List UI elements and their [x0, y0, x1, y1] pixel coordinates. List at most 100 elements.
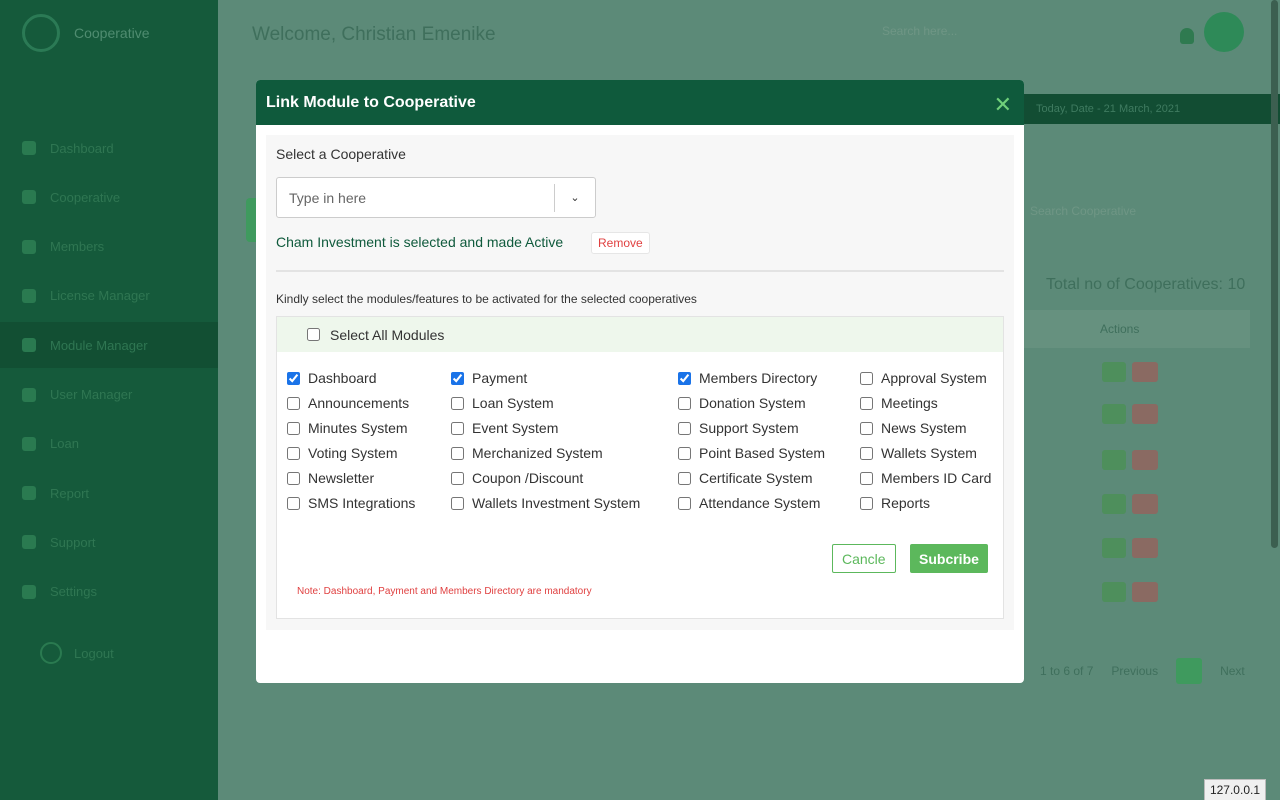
module-checkbox[interactable] — [287, 396, 300, 410]
table-header-actions: Actions — [1024, 310, 1250, 348]
subscribe-button[interactable]: Subcribe — [910, 544, 988, 573]
module-option-donation-system[interactable]: Donation System — [678, 395, 806, 411]
module-option-coupon-discount[interactable]: Coupon /Discount — [451, 470, 583, 486]
module-option-dashboard[interactable]: Dashboard — [287, 370, 377, 386]
module-option-members-directory[interactable]: Members Directory — [678, 370, 817, 386]
module-option-news-system[interactable]: News System — [860, 420, 967, 436]
module-checkbox[interactable] — [451, 471, 464, 485]
module-label: Reports — [881, 495, 931, 511]
module-checkbox[interactable] — [678, 421, 691, 435]
delete-icon[interactable] — [1132, 450, 1158, 470]
edit-icon[interactable] — [1102, 450, 1126, 470]
module-checkbox[interactable] — [860, 396, 873, 410]
sidebar-item-user-manager[interactable]: User Manager — [0, 372, 218, 418]
module-label: News System — [881, 420, 967, 436]
module-checkbox[interactable] — [451, 421, 464, 435]
close-icon[interactable]: ✕ — [994, 90, 1012, 116]
module-checkbox[interactable] — [678, 371, 691, 385]
module-checkbox[interactable] — [860, 496, 873, 510]
pager-next[interactable]: Next — [1220, 664, 1245, 678]
delete-icon[interactable] — [1132, 362, 1158, 382]
module-checkbox[interactable] — [678, 496, 691, 510]
module-checkbox[interactable] — [287, 371, 300, 385]
url-tag: 127.0.0.1 — [1203, 779, 1266, 800]
sidebar-item-dashboard[interactable]: Dashboard — [0, 125, 218, 171]
module-checkbox[interactable] — [451, 396, 464, 410]
module-checkbox[interactable] — [451, 446, 464, 460]
header-search[interactable]: Search here... — [872, 18, 1112, 44]
sidebar-item-cooperative[interactable]: Cooperative — [0, 174, 218, 220]
cooperative-select[interactable]: ⌄ — [276, 177, 596, 218]
cancel-button[interactable]: Cancle — [832, 544, 896, 573]
mandatory-note: Note: Dashboard, Payment and Members Dir… — [297, 586, 592, 597]
module-option-wallets-system[interactable]: Wallets System — [860, 445, 977, 461]
module-option-loan-system[interactable]: Loan System — [451, 395, 554, 411]
cooperative-search-input[interactable] — [277, 189, 554, 206]
sidebar-item-module-manager[interactable]: Module Manager — [0, 322, 218, 369]
edit-icon[interactable] — [1102, 494, 1126, 514]
sidebar-item-report[interactable]: Report — [0, 470, 218, 516]
delete-icon[interactable] — [1132, 404, 1158, 424]
edit-icon[interactable] — [1102, 538, 1126, 558]
module-option-announcements[interactable]: Announcements — [287, 395, 409, 411]
module-checkbox[interactable] — [451, 371, 464, 385]
table-row-actions — [1102, 582, 1160, 602]
module-checkbox[interactable] — [287, 421, 300, 435]
sidebar-item-license-manager[interactable]: License Manager — [0, 273, 218, 319]
module-option-certificate-system[interactable]: Certificate System — [678, 470, 813, 486]
bell-icon[interactable] — [1180, 28, 1194, 44]
module-option-sms-integrations[interactable]: SMS Integrations — [287, 495, 415, 511]
module-label: Certificate System — [699, 470, 813, 486]
avatar[interactable] — [1204, 12, 1244, 52]
module-checkbox[interactable] — [678, 396, 691, 410]
module-option-approval-system[interactable]: Approval System — [860, 370, 987, 386]
sidebar-item-loan[interactable]: Loan — [0, 421, 218, 467]
module-option-payment[interactable]: Payment — [451, 370, 527, 386]
delete-icon[interactable] — [1132, 582, 1158, 602]
module-checkbox[interactable] — [860, 446, 873, 460]
module-option-newsletter[interactable]: Newsletter — [287, 470, 374, 486]
module-option-event-system[interactable]: Event System — [451, 420, 558, 436]
module-checkbox[interactable] — [287, 471, 300, 485]
module-checkbox[interactable] — [287, 496, 300, 510]
page-scrollbar[interactable] — [1271, 0, 1278, 548]
module-option-point-based-system[interactable]: Point Based System — [678, 445, 825, 461]
module-checkbox[interactable] — [860, 471, 873, 485]
module-option-voting-system[interactable]: Voting System — [287, 445, 398, 461]
select-all-checkbox[interactable] — [307, 328, 320, 341]
module-checkbox[interactable] — [678, 471, 691, 485]
cooperative-filter[interactable]: Search Cooperative — [1030, 204, 1136, 218]
module-checkbox[interactable] — [287, 446, 300, 460]
logout-button[interactable]: Logout — [40, 642, 114, 664]
module-option-minutes-system[interactable]: Minutes System — [287, 420, 408, 436]
module-label: Payment — [472, 370, 528, 386]
pager-current-page[interactable] — [1176, 658, 1203, 684]
module-option-meetings[interactable]: Meetings — [860, 395, 938, 411]
select-cooperative-label: Select a Cooperative — [276, 146, 406, 162]
module-option-attendance-system[interactable]: Attendance System — [678, 495, 820, 511]
remove-button[interactable]: Remove — [591, 232, 650, 254]
edit-icon[interactable] — [1102, 362, 1126, 382]
table-row-actions — [1102, 538, 1160, 558]
edit-icon[interactable] — [1102, 404, 1126, 424]
module-checkbox[interactable] — [678, 446, 691, 460]
module-option-members-id-card[interactable]: Members ID Card — [860, 470, 991, 486]
module-option-reports[interactable]: Reports — [860, 495, 930, 511]
delete-icon[interactable] — [1132, 538, 1158, 558]
sidebar-item-settings[interactable]: Settings — [0, 569, 218, 615]
module-checkbox[interactable] — [860, 371, 873, 385]
sidebar-item-support[interactable]: Support — [0, 519, 218, 565]
pager-previous[interactable]: Previous — [1111, 664, 1158, 678]
chevron-down-icon[interactable]: ⌄ — [555, 191, 595, 204]
module-option-wallets-investment-system[interactable]: Wallets Investment System — [451, 495, 640, 511]
edit-icon[interactable] — [1102, 582, 1126, 602]
module-checkbox[interactable] — [860, 421, 873, 435]
sidebar-item-members[interactable]: Members — [0, 224, 218, 270]
menu-icon — [22, 436, 36, 451]
module-checkbox[interactable] — [451, 496, 464, 510]
module-option-support-system[interactable]: Support System — [678, 420, 799, 436]
module-label: Event System — [472, 420, 559, 436]
module-option-merchanized-system[interactable]: Merchanized System — [451, 445, 603, 461]
menu-icon — [22, 338, 36, 353]
delete-icon[interactable] — [1132, 494, 1158, 514]
